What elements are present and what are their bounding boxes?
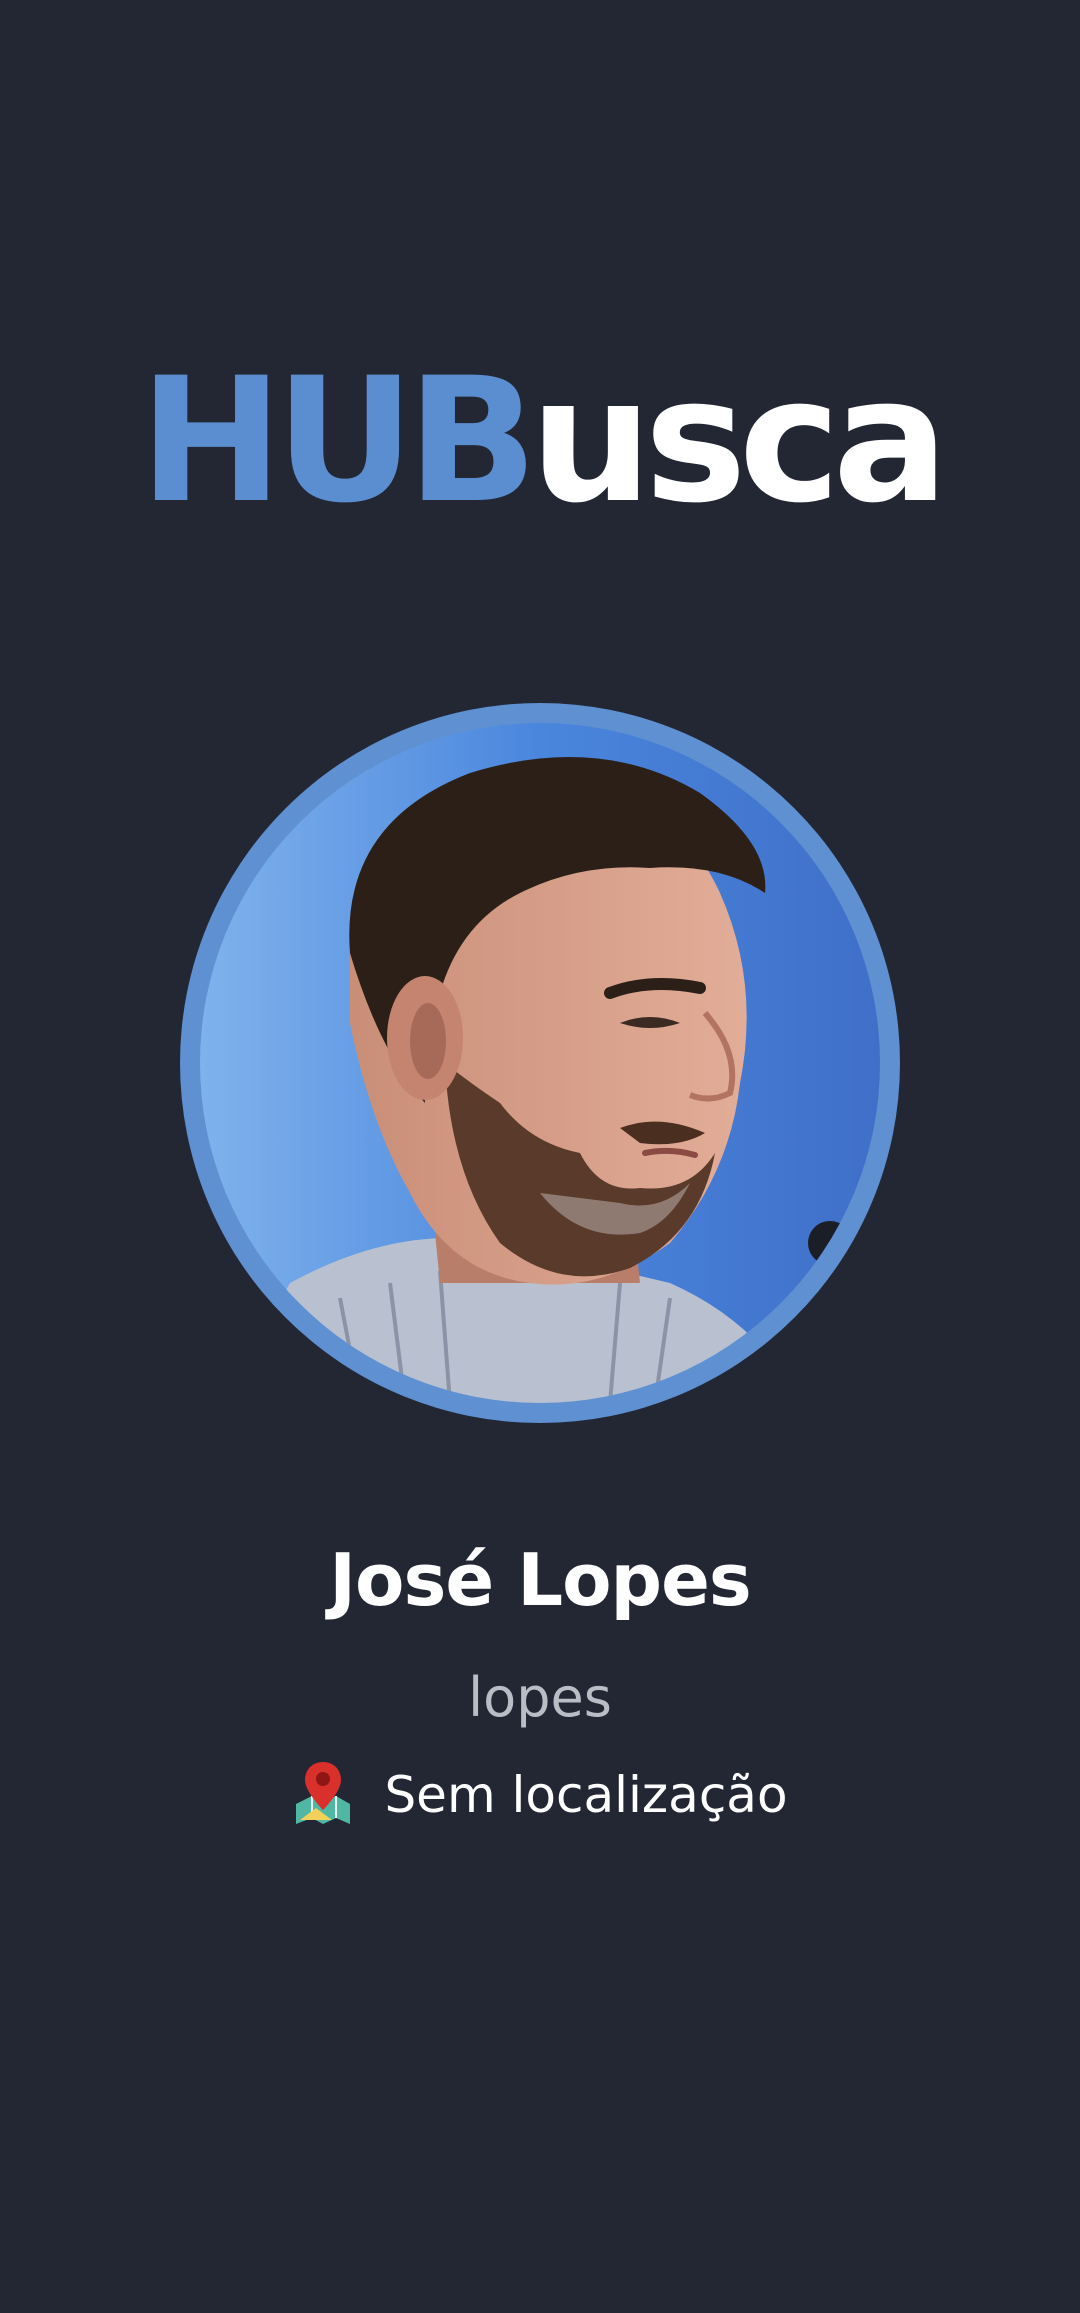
avatar-frame — [180, 703, 900, 1423]
avatar[interactable] — [200, 723, 880, 1403]
location-text: Sem localização — [384, 1766, 788, 1824]
profile-name: José Lopes — [329, 1538, 752, 1622]
logo-primary-text: HUB — [139, 340, 538, 541]
logo-secondary-text: usca — [529, 340, 949, 541]
profile-username: lopes — [468, 1666, 612, 1729]
map-pin-icon — [292, 1760, 354, 1830]
app-logo: HUBusca — [0, 355, 1080, 527]
profile-screen: HUBusca José Lopes lopes Sem localização — [0, 0, 1080, 2313]
profile-location: Sem localização — [0, 1760, 1080, 1830]
avatar-photo — [200, 723, 880, 1403]
